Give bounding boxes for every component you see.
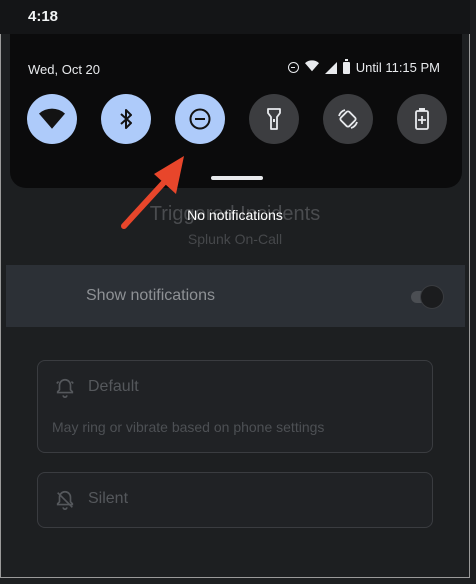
bell-off-icon bbox=[54, 489, 76, 516]
shade-drag-handle[interactable] bbox=[211, 176, 263, 180]
default-option-title: Default bbox=[88, 378, 139, 395]
show-notifications-row[interactable]: Show notifications bbox=[6, 265, 465, 327]
silent-option-card[interactable]: Silent bbox=[37, 472, 433, 528]
show-notifications-toggle[interactable] bbox=[421, 286, 443, 308]
dnd-status-icon bbox=[287, 62, 299, 73]
channel-subtitle: Splunk On-Call bbox=[187, 231, 283, 247]
battery-saver-icon bbox=[414, 107, 430, 131]
quick-settings-tiles bbox=[27, 94, 447, 144]
shade-date: Wed, Oct 20 bbox=[28, 62, 101, 77]
bluetooth-icon bbox=[117, 107, 135, 131]
auto-rotate-icon bbox=[336, 107, 360, 131]
flashlight-icon bbox=[266, 107, 282, 131]
flashlight-tile[interactable] bbox=[249, 94, 299, 144]
silent-option-title: Silent bbox=[88, 490, 129, 507]
do-not-disturb-tile[interactable] bbox=[175, 94, 225, 144]
auto-rotate-tile[interactable] bbox=[323, 94, 373, 144]
signal-icon bbox=[324, 61, 337, 74]
no-notifications-text: No notifications bbox=[187, 207, 283, 223]
battery-saver-tile[interactable] bbox=[397, 94, 447, 144]
status-bar: 4:18 bbox=[0, 0, 470, 34]
status-clock: 4:18 bbox=[28, 8, 59, 25]
annotation-arrow-icon bbox=[121, 156, 184, 229]
do-not-disturb-icon bbox=[188, 107, 212, 131]
shade-status-icons: Until 11:15 PM bbox=[287, 58, 440, 75]
wifi-status-icon bbox=[304, 60, 319, 75]
bell-icon bbox=[54, 377, 76, 404]
show-notifications-label: Show notifications bbox=[86, 287, 215, 304]
quick-settings-shade: Wed, Oct 20 Until 11:15 PM bbox=[10, 34, 462, 188]
default-option-card[interactable]: Default May ring or vibrate based on pho… bbox=[37, 360, 433, 453]
default-option-description: May ring or vibrate based on phone setti… bbox=[52, 419, 325, 435]
bluetooth-tile[interactable] bbox=[101, 94, 151, 144]
battery-icon bbox=[342, 58, 350, 74]
wifi-icon bbox=[39, 108, 65, 130]
dnd-status-text: Until 11:15 PM bbox=[355, 60, 440, 75]
wifi-tile[interactable] bbox=[27, 94, 77, 144]
